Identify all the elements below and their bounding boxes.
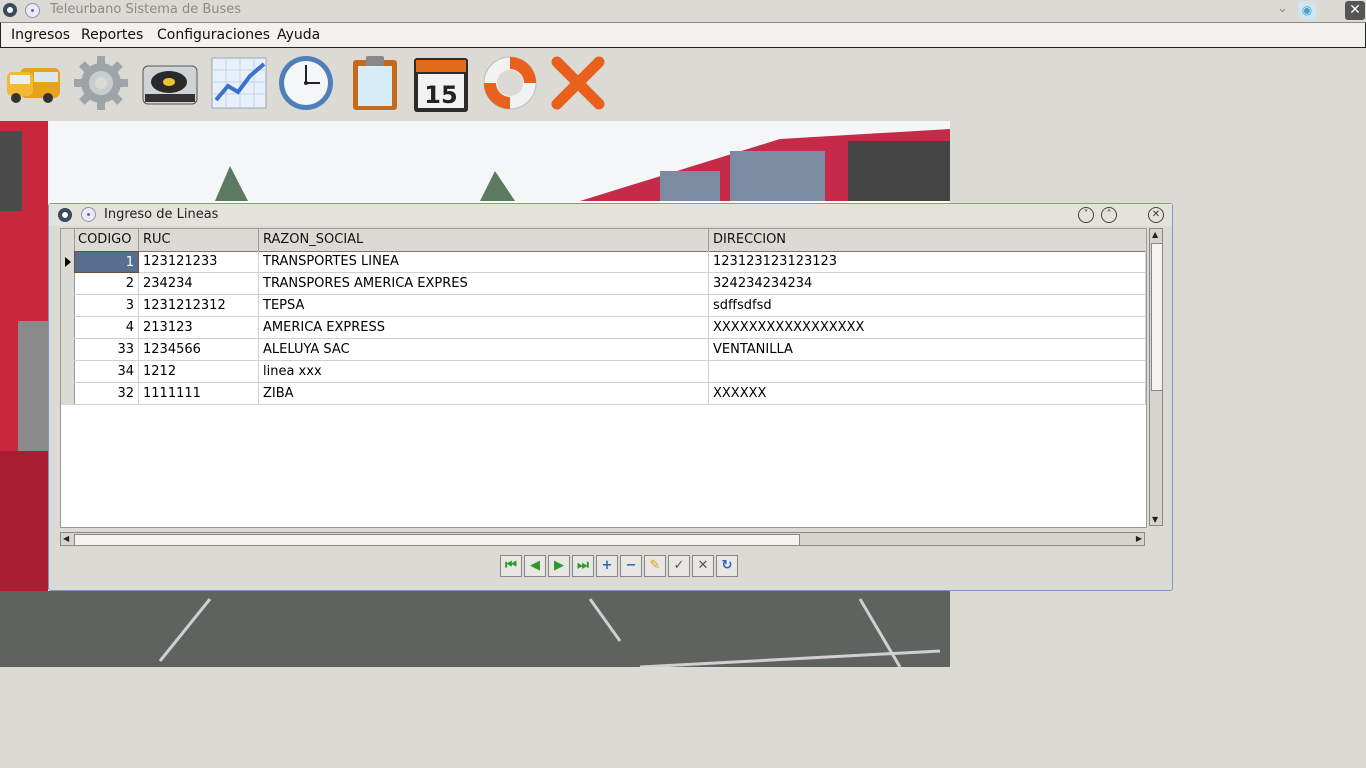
vertical-scrollbar[interactable]: ▲ ▼ [1149,228,1163,526]
table-cell[interactable]: 324234234234 [709,273,1146,295]
table-cell[interactable]: 3 [74,295,139,317]
scroll-up-icon[interactable]: ▲ [1152,230,1158,239]
bus-icon[interactable] [4,54,62,112]
table-header: CODIGO RUC RAZON_SOCIAL DIRECCION [61,229,1146,252]
table-cell[interactable]: 1 [74,251,139,273]
pin-icon[interactable] [25,3,40,18]
col-razon-social[interactable]: RAZON_SOCIAL [259,229,709,251]
horizontal-scroll-thumb[interactable] [74,534,800,546]
lifebuoy-icon[interactable] [481,54,539,112]
table-cell[interactable]: TRANSPORES AMERICA EXPRES [259,273,709,295]
table-cell[interactable]: 33 [74,339,139,361]
table-row[interactable]: 1 123121233 TRANSPORTES LINEA 1231231231231… [61,251,1146,273]
nav-prior-icon[interactable]: ◀ [524,555,546,577]
table-cell[interactable]: 32 [74,383,139,405]
table-cell[interactable]: 4 [74,317,139,339]
nav-refresh-icon[interactable]: ↻ [716,555,738,577]
table-cell[interactable]: 123123123123123 [709,251,1146,273]
nav-last-icon[interactable]: ⏭ [572,555,594,577]
table-cell[interactable]: ALELUYA SAC [259,339,709,361]
nav-cancel-icon[interactable]: ✕ [692,555,714,577]
table-cell[interactable]: AMERICA EXPRESS [259,317,709,339]
table-row[interactable]: 34 1212 linea xxx [61,361,1146,383]
horizontal-scrollbar[interactable]: ◀ ▶ [60,532,1145,546]
minimize-chevron-icon[interactable]: ⌄ [1277,1,1288,16]
table-cell[interactable]: TRANSPORTES LINEA [259,251,709,273]
nav-insert-icon[interactable]: + [596,555,618,577]
maximize-target-icon[interactable]: ◉ [1298,1,1316,19]
table-cell[interactable] [709,361,1146,383]
toolbar: 15 [0,48,1366,118]
nav-edit-icon[interactable]: ✎ [644,555,666,577]
calendar-icon[interactable]: 15 [412,54,470,112]
menu-reportes[interactable]: Reportes [81,27,143,43]
table-cell[interactable]: 34 [74,361,139,383]
nav-first-icon[interactable]: ⏮ [500,555,522,577]
table-cell[interactable]: linea xxx [259,361,709,383]
menu-bar: Ingresos Reportes Configuraciones Ayuda [0,22,1366,48]
table-cell[interactable]: sdffsdfsd [709,295,1146,317]
vertical-scroll-thumb[interactable] [1151,243,1163,391]
table-cell[interactable]: 1231212312 [139,295,259,317]
app-menu-icon[interactable] [3,3,17,17]
menu-configuraciones[interactable]: Configuraciones [157,27,270,43]
exit-icon[interactable] [549,54,607,112]
maximize-icon[interactable]: ˄ [1101,207,1117,223]
table-cell[interactable]: XXXXXXXXXXXXXXXXX [709,317,1146,339]
table-cell[interactable]: XXXXXX [709,383,1146,405]
clipboard-icon[interactable] [346,54,404,112]
table-row[interactable]: 4 213123 AMERICA EXPRESS XXXXXXXXXXXXXXXXX [61,317,1146,339]
internal-frame: Ingreso de Lineas ˅ ˄ ✕ CODIGO RUC RAZON… [48,203,1173,591]
table-cell[interactable]: 1234566 [139,339,259,361]
table-cell[interactable]: VENTANILLA [709,339,1146,361]
table-cell[interactable]: 123121233 [139,251,259,273]
col-codigo[interactable]: CODIGO [74,229,139,251]
frame-menu-icon[interactable] [58,208,72,222]
scroll-down-icon[interactable]: ▼ [1152,515,1158,524]
table-cell[interactable]: 2 [74,273,139,295]
table-cell[interactable]: 1212 [139,361,259,383]
table-row[interactable]: 33 1234566 ALELUYA SAC VENTANILLA [61,339,1146,361]
table-row[interactable]: 3 1231212312 TEPSA sdffsdfsd [61,295,1146,317]
table-row[interactable]: 32 1111111 ZIBA XXXXXX [61,383,1146,405]
frame-titlebar[interactable]: Ingreso de Lineas ˅ ˄ ✕ [49,204,1172,226]
close-icon[interactable]: ✕ [1148,207,1164,223]
nav-delete-icon[interactable]: − [620,555,642,577]
table-row[interactable]: 2 234234 TRANSPORES AMERICA EXPRES 32423423… [61,273,1146,295]
menu-ayuda[interactable]: Ayuda [277,27,320,43]
col-direccion[interactable]: DIRECCION [709,229,1146,251]
minimize-icon[interactable]: ˅ [1078,207,1094,223]
frame-pin-icon[interactable] [81,207,96,222]
turntable-icon[interactable] [141,54,199,112]
frame-title: Ingreso de Lineas [104,207,219,222]
scroll-left-icon[interactable]: ◀ [63,534,69,543]
chart-icon[interactable] [210,54,268,112]
clock-icon[interactable] [277,54,335,112]
nav-post-icon[interactable]: ✓ [668,555,690,577]
nav-next-icon[interactable]: ▶ [548,555,570,577]
table-cell[interactable]: TEPSA [259,295,709,317]
col-ruc[interactable]: RUC [139,229,259,251]
data-table: CODIGO RUC RAZON_SOCIAL DIRECCION 1 12312… [60,228,1147,528]
menu-ingresos[interactable]: Ingresos [11,27,70,43]
calendar-day: 15 [424,81,457,109]
window-titlebar: Teleurbano Sistema de Buses ⌄ ◉ ✕ [0,0,1366,22]
gear-icon[interactable] [72,54,130,112]
window-title: Teleurbano Sistema de Buses [50,2,242,17]
window-close-button[interactable]: ✕ [1345,1,1365,20]
table-cell[interactable]: ZIBA [259,383,709,405]
table-cell[interactable]: 1111111 [139,383,259,405]
table-cell[interactable]: 213123 [139,317,259,339]
scroll-right-icon[interactable]: ▶ [1136,534,1142,543]
table-cell[interactable]: 234234 [139,273,259,295]
